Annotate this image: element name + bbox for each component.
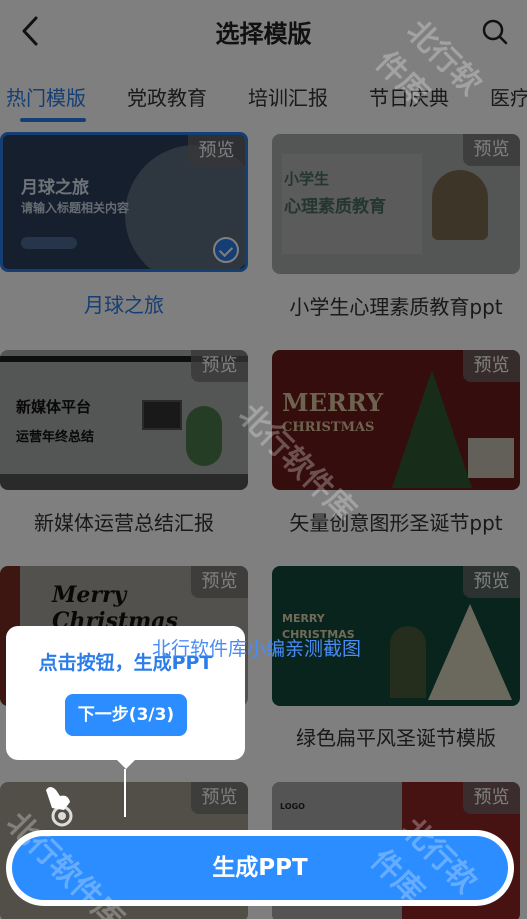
preview-badge[interactable]: 预览: [463, 782, 520, 814]
thumb-subtitle: 运营年终总结: [16, 430, 95, 445]
gift-illustration: [468, 438, 514, 478]
check-icon: [213, 237, 239, 263]
tab-party-education[interactable]: 党政教育: [127, 82, 207, 111]
template-caption: 新媒体运营总结汇报: [34, 511, 214, 535]
thumb-title: 小学生: [284, 170, 330, 188]
tap-hand-icon: [46, 787, 73, 827]
preview-badge[interactable]: 预览: [191, 782, 248, 814]
next-step-button[interactable]: 下一步(3/3): [65, 694, 187, 736]
girl-illustration: [432, 170, 488, 240]
preview-badge[interactable]: 预览: [188, 135, 245, 167]
tab-hot[interactable]: 热门模版: [6, 82, 86, 111]
watermark-caption: 北行软件库小编亲测截图: [152, 638, 362, 660]
generate-ppt-button[interactable]: 生成PPT: [12, 836, 508, 900]
arch-shape: [390, 626, 426, 698]
tab-underline: [20, 118, 86, 122]
thumb-subtitle: 请输入标题相关内容: [21, 201, 130, 215]
preview-badge[interactable]: 预览: [463, 350, 520, 382]
monitor-illustration: [142, 400, 182, 430]
thumb-subtitle: 心理素质教育: [284, 197, 386, 217]
thumb-subtitle: CHRISTMAS: [282, 420, 375, 435]
template-caption: 矢量创意图形圣诞节ppt: [289, 511, 503, 535]
template-caption: 小学生心理素质教育ppt: [289, 295, 503, 319]
thumb-title: MERRY: [282, 388, 384, 417]
thumb-pill: [21, 237, 77, 249]
app-header: 选择模版: [0, 0, 527, 62]
thumb-title: 新媒体平台: [16, 398, 92, 416]
preview-badge[interactable]: 预览: [191, 566, 248, 598]
preview-badge[interactable]: 预览: [463, 566, 520, 598]
tooltip-arrow: [117, 760, 135, 769]
template-card[interactable]: 月球之旅 请输入标题相关内容 预览: [0, 132, 248, 272]
category-tabs: 热门模版 党政教育 培训汇报 节日庆典 医疗: [0, 72, 527, 122]
tree-illustration: [392, 370, 472, 488]
thumb-title: LOGO: [280, 802, 305, 811]
thumb-title: 月球之旅: [21, 178, 89, 198]
template-card[interactable]: 新媒体平台 运营年终总结 预览: [0, 350, 248, 490]
thumb-title: MERRY: [282, 612, 325, 625]
template-card[interactable]: 小学生 心理素质教育 预览: [272, 134, 520, 274]
tooltip-pointer-line: [124, 769, 126, 817]
template-card[interactable]: MERRY CHRISTMAS 预览: [272, 350, 520, 490]
person-illustration: [186, 406, 222, 466]
preview-badge[interactable]: 预览: [463, 134, 520, 166]
generate-button-highlight: 生成PPT: [6, 830, 514, 906]
template-caption: 月球之旅: [84, 293, 164, 317]
tab-holiday[interactable]: 节日庆典: [369, 82, 449, 111]
tab-medical[interactable]: 医疗: [490, 82, 527, 111]
tab-training-report[interactable]: 培训汇报: [248, 82, 328, 111]
thumb-footer: [0, 474, 248, 490]
search-icon[interactable]: [481, 18, 509, 46]
template-caption: 绿色扁平风圣诞节模版: [296, 726, 496, 750]
preview-badge[interactable]: 预览: [191, 350, 248, 382]
tree-illustration: [428, 604, 512, 700]
page-title: 选择模版: [215, 20, 312, 48]
